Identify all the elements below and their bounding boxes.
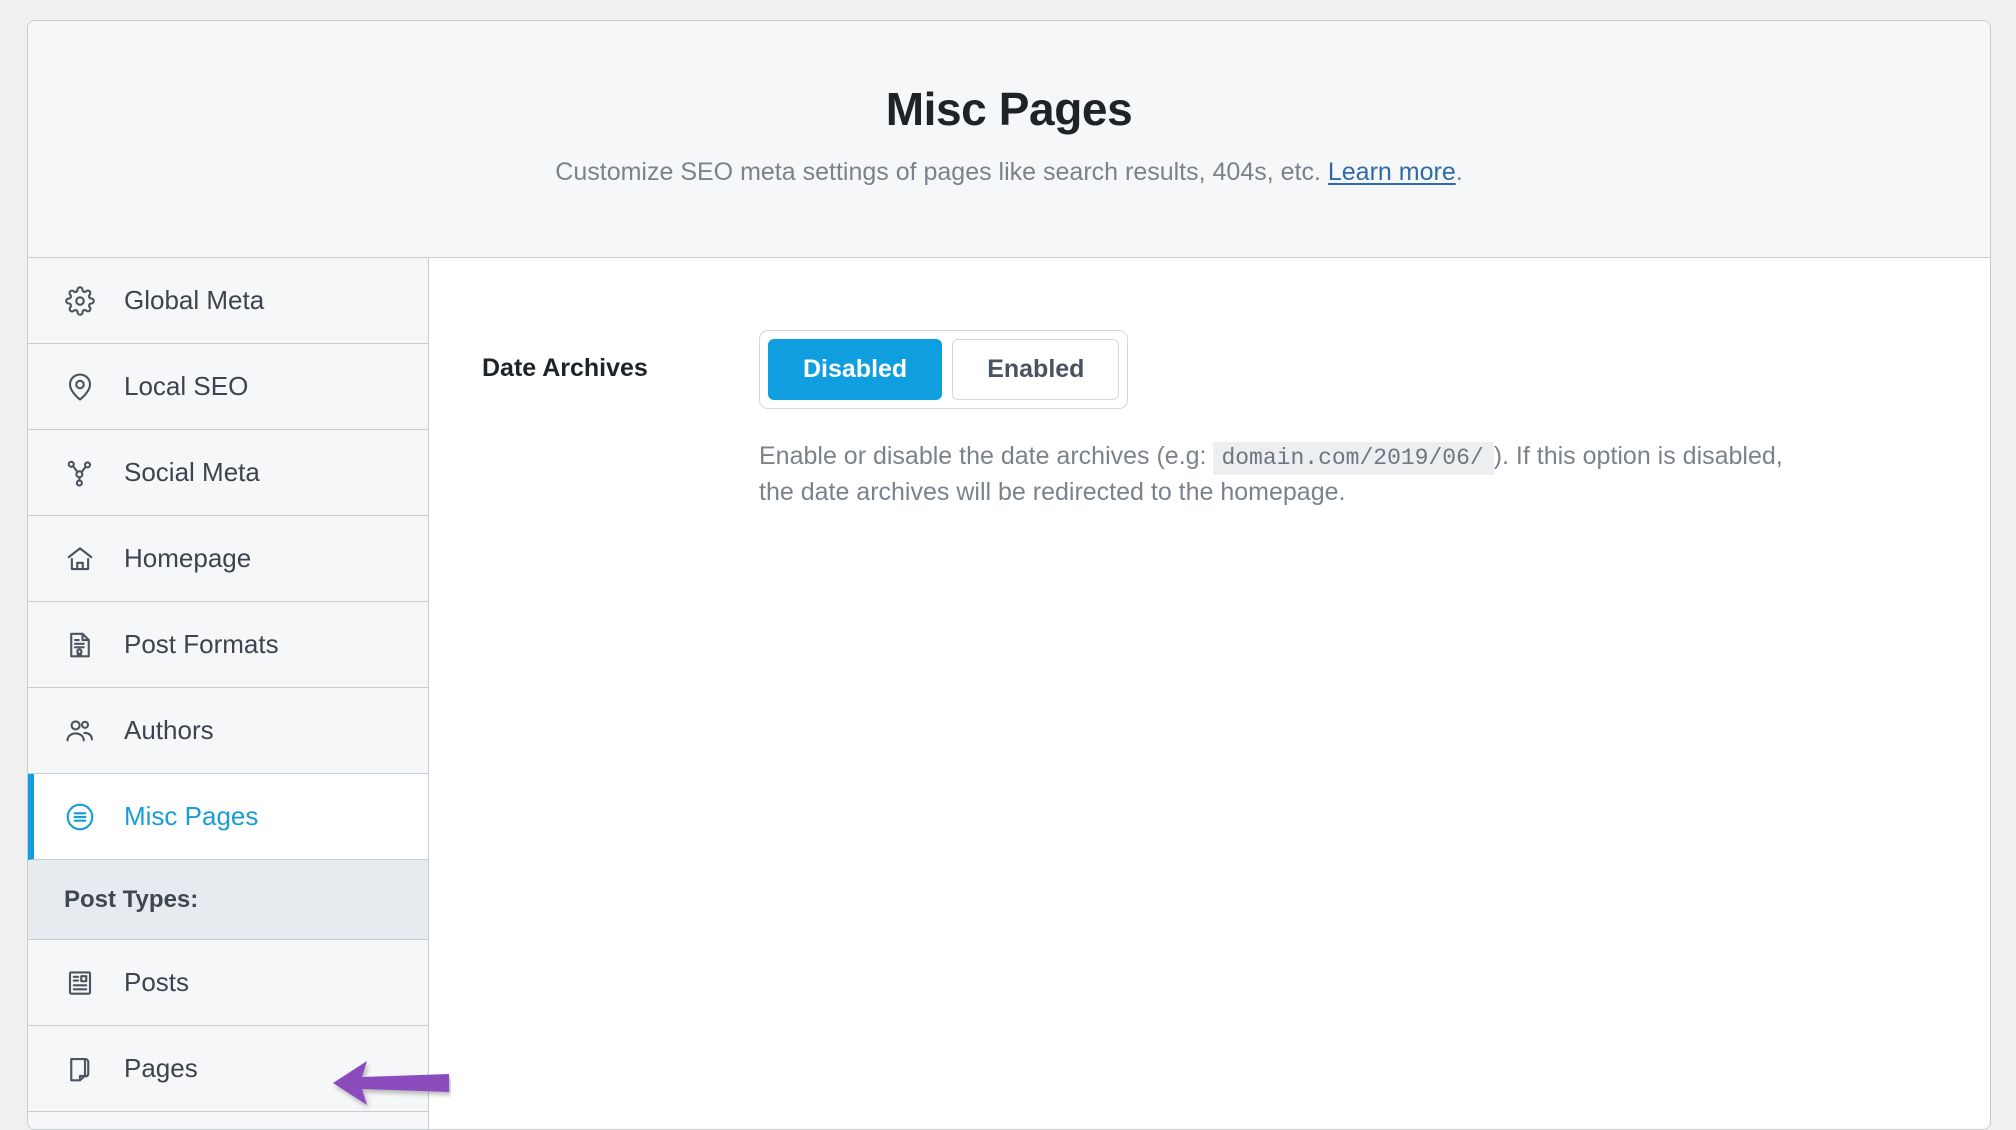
sidebar-item-label: Authors — [124, 715, 214, 745]
home-icon — [64, 543, 96, 575]
sidebar-section-label: Post Types: — [64, 885, 199, 913]
page-title: Misc Pages — [885, 82, 1133, 135]
sidebar-item-authors[interactable]: Authors — [28, 688, 428, 774]
date-archives-control: Disabled Enabled Enable or disable the d… — [759, 330, 1990, 510]
toggle-option-disabled[interactable]: Disabled — [768, 339, 943, 401]
date-archives-field: Date Archives Disabled Enabled Enable or… — [429, 330, 1990, 510]
sidebar-item-label: Social Meta — [124, 457, 260, 487]
list-circle-icon — [64, 801, 96, 833]
certificate-icon — [64, 629, 96, 661]
sidebar-item-label: Posts — [124, 967, 190, 997]
page-curl-icon — [64, 1053, 96, 1085]
sidebar-item-local-seo[interactable]: Local SEO — [28, 344, 428, 430]
newspaper-icon — [64, 967, 96, 999]
map-pin-icon — [64, 371, 96, 403]
sidebar-item-homepage[interactable]: Homepage — [28, 516, 428, 602]
subtitle-period: . — [1455, 157, 1463, 186]
example-url-code: domain.com/2019/06/ — [1213, 442, 1494, 476]
sidebar-item-posts[interactable]: Posts — [28, 940, 428, 1026]
sidebar-item-label: Misc Pages — [124, 801, 259, 831]
sidebar-item-label: Local SEO — [124, 371, 249, 401]
date-archives-toggle-group[interactable]: Disabled Enabled — [759, 330, 1129, 410]
share-nodes-icon — [64, 457, 96, 489]
main-content: Date Archives Disabled Enabled Enable or… — [429, 258, 1990, 1129]
sidebar-item-label: Post Formats — [124, 629, 279, 659]
sidebar-item-social-meta[interactable]: Social Meta — [28, 430, 428, 516]
sidebar-item-label: Homepage — [124, 543, 252, 573]
sidebar-section-post-types: Post Types: — [28, 860, 428, 940]
date-archives-label: Date Archives — [482, 354, 648, 382]
sidebar-item-global-meta[interactable]: Global Meta — [28, 258, 428, 344]
users-icon — [64, 715, 96, 747]
sidebar: Global Meta Local SEO Social Meta Homepa… — [28, 258, 449, 1129]
subtitle-text: Customize SEO meta settings of pages lik… — [555, 157, 1328, 186]
sidebar-item-misc-pages[interactable]: Misc Pages — [28, 774, 428, 860]
toggle-option-enabled[interactable]: Enabled — [952, 339, 1120, 401]
settings-panel: Misc Pages Customize SEO meta settings o… — [27, 20, 1991, 1130]
panel-body: Global Meta Local SEO Social Meta Homepa… — [28, 258, 1990, 1129]
sidebar-item-pages[interactable]: Pages — [28, 1026, 428, 1112]
panel-header: Misc Pages Customize SEO meta settings o… — [28, 21, 1990, 258]
page-subtitle: Customize SEO meta settings of pages lik… — [555, 158, 1462, 187]
sidebar-item-post-formats[interactable]: Post Formats — [28, 602, 428, 688]
description-part-1: Enable or disable the date archives (e.g… — [759, 442, 1207, 471]
sidebar-item-label: Pages — [124, 1053, 198, 1083]
date-archives-description: Enable or disable the date archives (e.g… — [759, 439, 1819, 510]
gear-icon — [64, 285, 96, 317]
sidebar-item-label: Global Meta — [124, 285, 265, 315]
learn-more-link[interactable]: Learn more — [1328, 158, 1456, 186]
